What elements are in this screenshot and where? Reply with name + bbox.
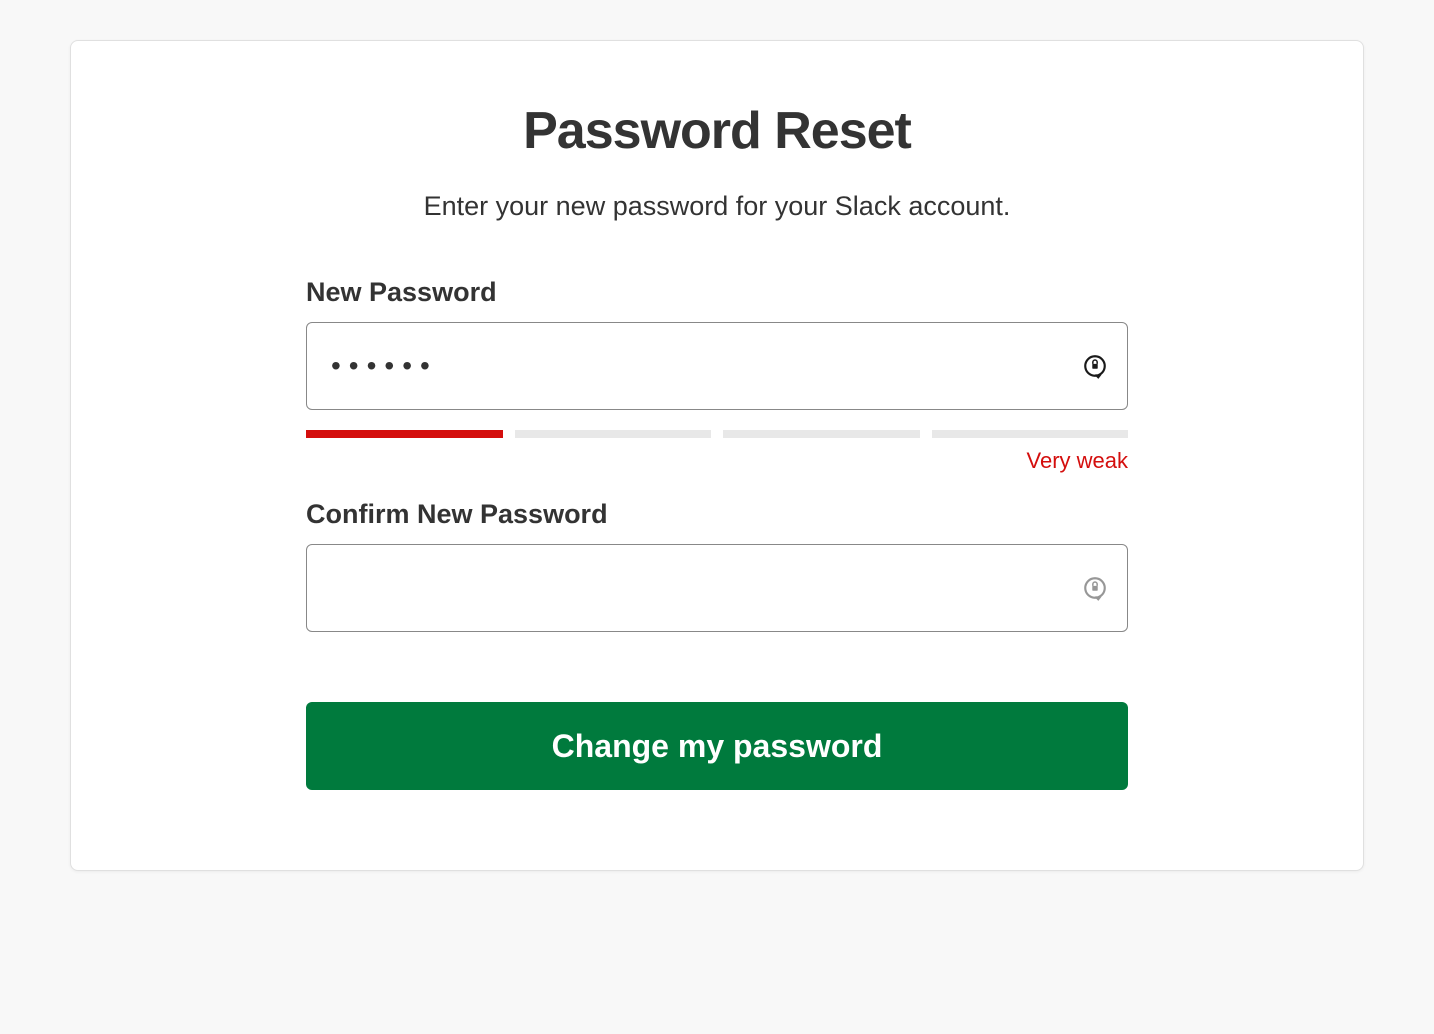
new-password-input-wrapper xyxy=(306,322,1128,410)
change-password-button[interactable]: Change my password xyxy=(306,702,1128,790)
password-manager-icon[interactable] xyxy=(1082,575,1108,601)
page-subtitle: Enter your new password for your Slack a… xyxy=(306,191,1128,222)
new-password-label: New Password xyxy=(306,277,1128,308)
new-password-input[interactable] xyxy=(306,322,1128,410)
confirm-password-label: Confirm New Password xyxy=(306,499,1128,530)
password-strength-label: Very weak xyxy=(306,448,1128,474)
confirm-password-input-wrapper xyxy=(306,544,1128,632)
page-title: Password Reset xyxy=(306,101,1128,161)
strength-segment-4 xyxy=(932,430,1129,438)
strength-segment-3 xyxy=(723,430,920,438)
password-strength-meter xyxy=(306,430,1128,438)
strength-segment-2 xyxy=(515,430,712,438)
strength-segment-1 xyxy=(306,430,503,438)
password-reset-card: Password Reset Enter your new password f… xyxy=(70,40,1364,871)
confirm-password-section: Confirm New Password xyxy=(306,499,1128,632)
confirm-password-input[interactable] xyxy=(306,544,1128,632)
password-manager-icon[interactable] xyxy=(1082,353,1108,379)
